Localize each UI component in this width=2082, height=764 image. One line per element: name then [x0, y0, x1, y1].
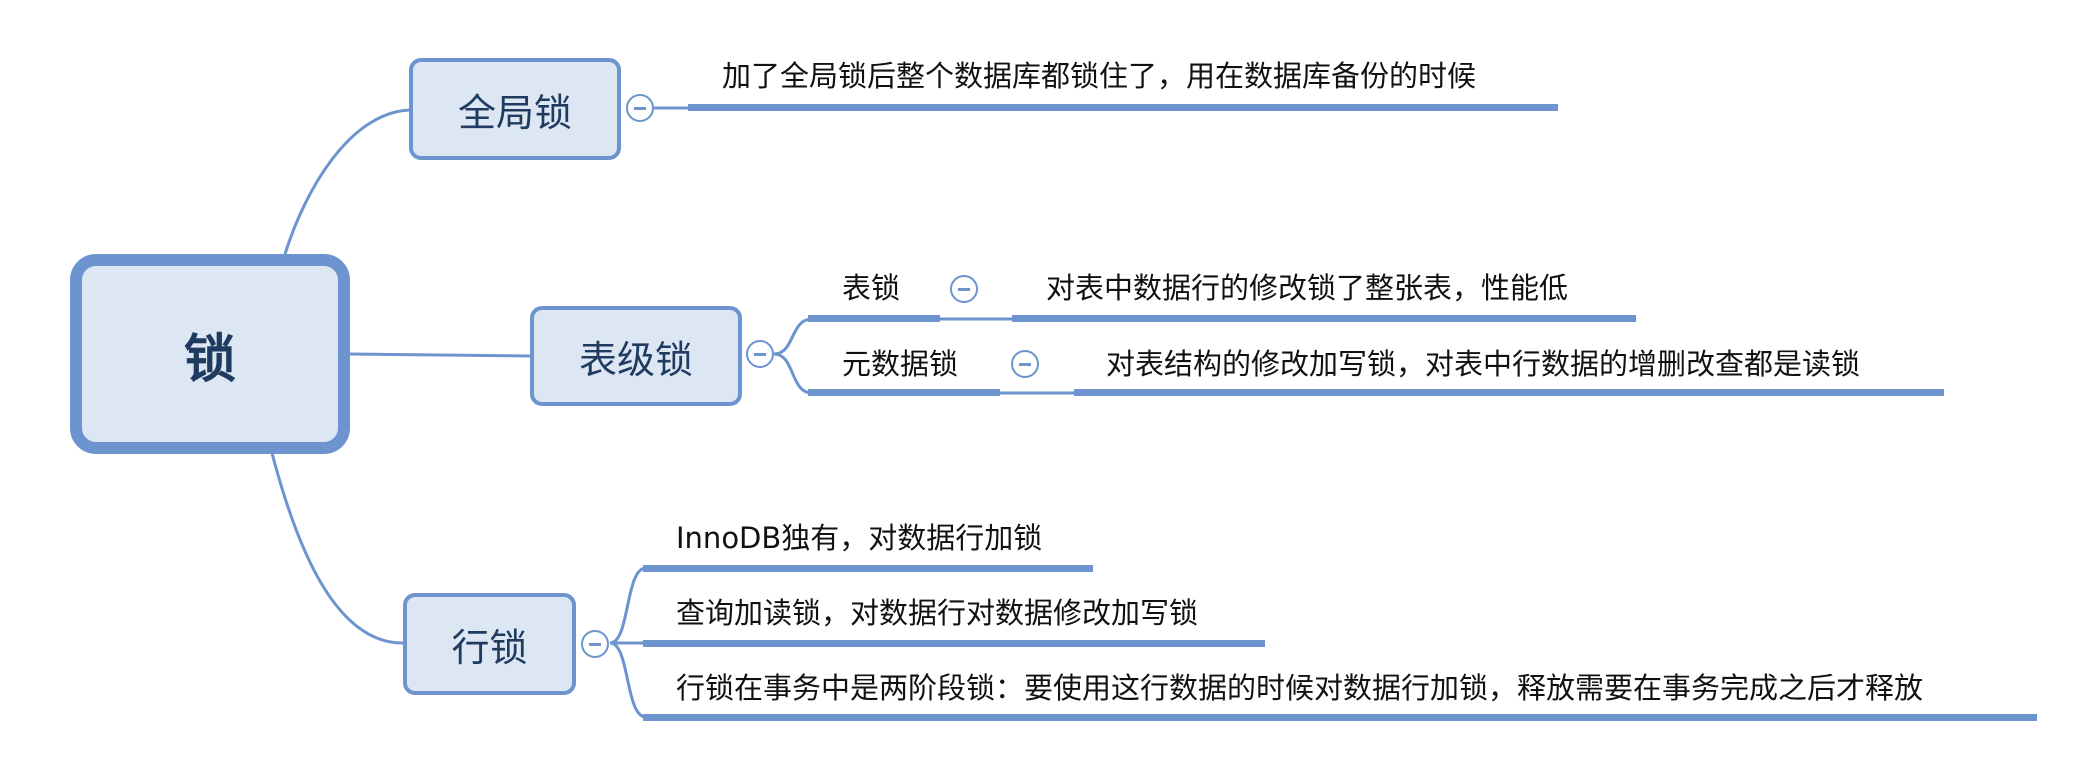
underline-row-item1 [643, 565, 1093, 572]
table-lock-note[interactable]: 对表中数据行的修改锁了整张表，性能低 [1046, 270, 1568, 306]
branch-node-row-lock[interactable]: 行锁 [403, 593, 576, 695]
underline-tablelock-note [1012, 315, 1636, 322]
collapse-minus-icon[interactable] [626, 94, 654, 122]
underline-row-item2 [643, 640, 1265, 647]
collapse-minus-icon[interactable] [950, 275, 978, 303]
collapse-minus-icon[interactable] [1011, 350, 1039, 378]
underline-row-item3 [643, 714, 2037, 721]
connector-root-row [270, 452, 406, 645]
underline-global-note [688, 104, 1558, 111]
row-lock-item[interactable]: InnoDB独有，对数据行加锁 [676, 520, 1042, 556]
connector-root-global [283, 108, 411, 255]
metadata-lock-label[interactable]: 元数据锁 [842, 346, 958, 382]
table-lock-label[interactable]: 表锁 [842, 270, 900, 306]
row-lock-item[interactable]: 查询加读锁，对数据行对数据修改加写锁 [676, 595, 1198, 631]
connector-row-item1 [609, 566, 647, 645]
underline-metalock [808, 389, 1000, 396]
global-lock-note[interactable]: 加了全局锁后整个数据库都锁住了，用在数据库备份的时候 [722, 58, 1476, 94]
branch-node-table-lock[interactable]: 表级锁 [530, 306, 742, 406]
mind-map: 锁 全局锁 表级锁 行锁 加了全局锁后整个数据库都锁住了，用在数据库备份的时候 … [0, 0, 2082, 764]
collapse-minus-icon[interactable] [746, 340, 774, 368]
root-node[interactable]: 锁 [70, 254, 350, 454]
connector-root-table [349, 352, 531, 358]
underline-metalock-note [1074, 389, 1944, 396]
metadata-lock-note[interactable]: 对表结构的修改加写锁，对表中行数据的增删改查都是读锁 [1106, 346, 1860, 382]
branch-node-global-lock[interactable]: 全局锁 [409, 58, 621, 160]
underline-tablelock [808, 315, 940, 322]
row-lock-item[interactable]: 行锁在事务中是两阶段锁：要使用这行数据的时候对数据行加锁，释放需要在事务完成之后… [676, 670, 1923, 706]
connector-row-item3 [609, 641, 647, 719]
connector-table-metalock [773, 352, 813, 395]
collapse-minus-icon[interactable] [581, 630, 609, 658]
connector-table-tablelock [773, 317, 813, 356]
